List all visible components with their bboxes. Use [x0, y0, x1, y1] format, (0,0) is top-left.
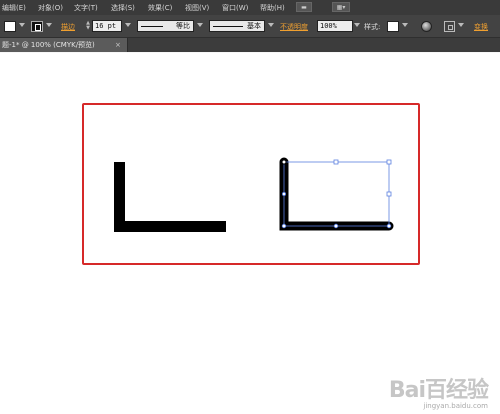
opacity-field[interactable]: 100%: [317, 20, 353, 32]
menu-help[interactable]: 帮助(H): [260, 3, 285, 13]
menu-view[interactable]: 视图(V): [185, 3, 209, 13]
menu-type[interactable]: 文字(T): [74, 3, 98, 13]
style-label: 样式:: [364, 23, 381, 31]
align-dropdown-icon[interactable]: [458, 23, 464, 27]
selection-bounding-box[interactable]: [283, 161, 390, 227]
anchor-point[interactable]: [281, 159, 287, 165]
bounding-box-handle[interactable]: [386, 159, 392, 165]
style-dropdown-icon[interactable]: [402, 23, 408, 27]
stroke-swatch[interactable]: [31, 21, 43, 32]
profile-dropdown-icon[interactable]: [197, 23, 203, 27]
control-bar: 描边 ▲ ▼ 16 pt 等比 基本 不透明度 100% 样式: 变换: [0, 15, 500, 38]
anchor-point[interactable]: [333, 223, 339, 229]
artwork-layer: [114, 157, 394, 232]
menu-bar: 编辑(E) 对象(O) 文字(T) 选择(S) 效果(C) 视图(V) 窗口(W…: [0, 0, 500, 16]
l-shape-right[interactable]: [279, 157, 394, 231]
bounding-box-handle[interactable]: [333, 159, 339, 165]
align-to-icon[interactable]: [444, 21, 455, 32]
stroke-weight-field[interactable]: 16 pt: [92, 20, 122, 32]
brush-dropdown-icon[interactable]: [268, 23, 274, 27]
menu-effect[interactable]: 效果(C): [148, 3, 172, 13]
anchor-point[interactable]: [386, 223, 392, 229]
stroke-dropdown-icon[interactable]: [46, 23, 52, 27]
bridge-button[interactable]: ▬: [296, 2, 312, 12]
fill-dropdown-icon[interactable]: [19, 23, 25, 27]
brush-definition[interactable]: 基本: [209, 20, 265, 32]
anchor-point[interactable]: [281, 191, 286, 196]
arrange-documents-button[interactable]: ▦▾: [332, 2, 350, 12]
recolor-artwork-icon[interactable]: [421, 21, 432, 32]
transform-link[interactable]: 变换: [474, 22, 488, 32]
variable-width-profile[interactable]: 等比: [137, 20, 194, 32]
menu-edit[interactable]: 编辑(E): [2, 3, 26, 13]
artboard-canvas[interactable]: Bai百经验 jingyan.baidu.com: [0, 53, 500, 414]
fill-swatch[interactable]: [4, 21, 16, 32]
document-tab-title: 题-1* @ 100% (CMYK/预览): [2, 41, 95, 49]
opacity-dropdown-icon[interactable]: [354, 23, 360, 27]
bounding-box-handle[interactable]: [386, 191, 392, 197]
stroke-weight-dropdown-icon[interactable]: [125, 23, 131, 27]
watermark-logo: Bai百经验: [388, 378, 489, 403]
stroke-panel-link[interactable]: 描边: [61, 22, 75, 32]
watermark: Bai百经验 jingyan.baidu.com: [388, 372, 489, 410]
opacity-link[interactable]: 不透明度: [280, 22, 308, 32]
document-tab-bar: 题-1* @ 100% (CMYK/预览) ×: [0, 38, 500, 52]
menu-window[interactable]: 窗口(W): [222, 3, 248, 13]
document-tab[interactable]: 题-1* @ 100% (CMYK/预览) ×: [0, 38, 128, 52]
graphic-style-swatch[interactable]: [387, 21, 399, 32]
l-shape-left[interactable]: [114, 162, 226, 232]
menu-object[interactable]: 对象(O): [38, 3, 63, 13]
stroke-weight-spinner[interactable]: ▲ ▼: [85, 21, 91, 32]
anchor-point[interactable]: [281, 223, 287, 229]
close-icon[interactable]: ×: [115, 38, 121, 52]
menu-select[interactable]: 选择(S): [111, 3, 135, 13]
